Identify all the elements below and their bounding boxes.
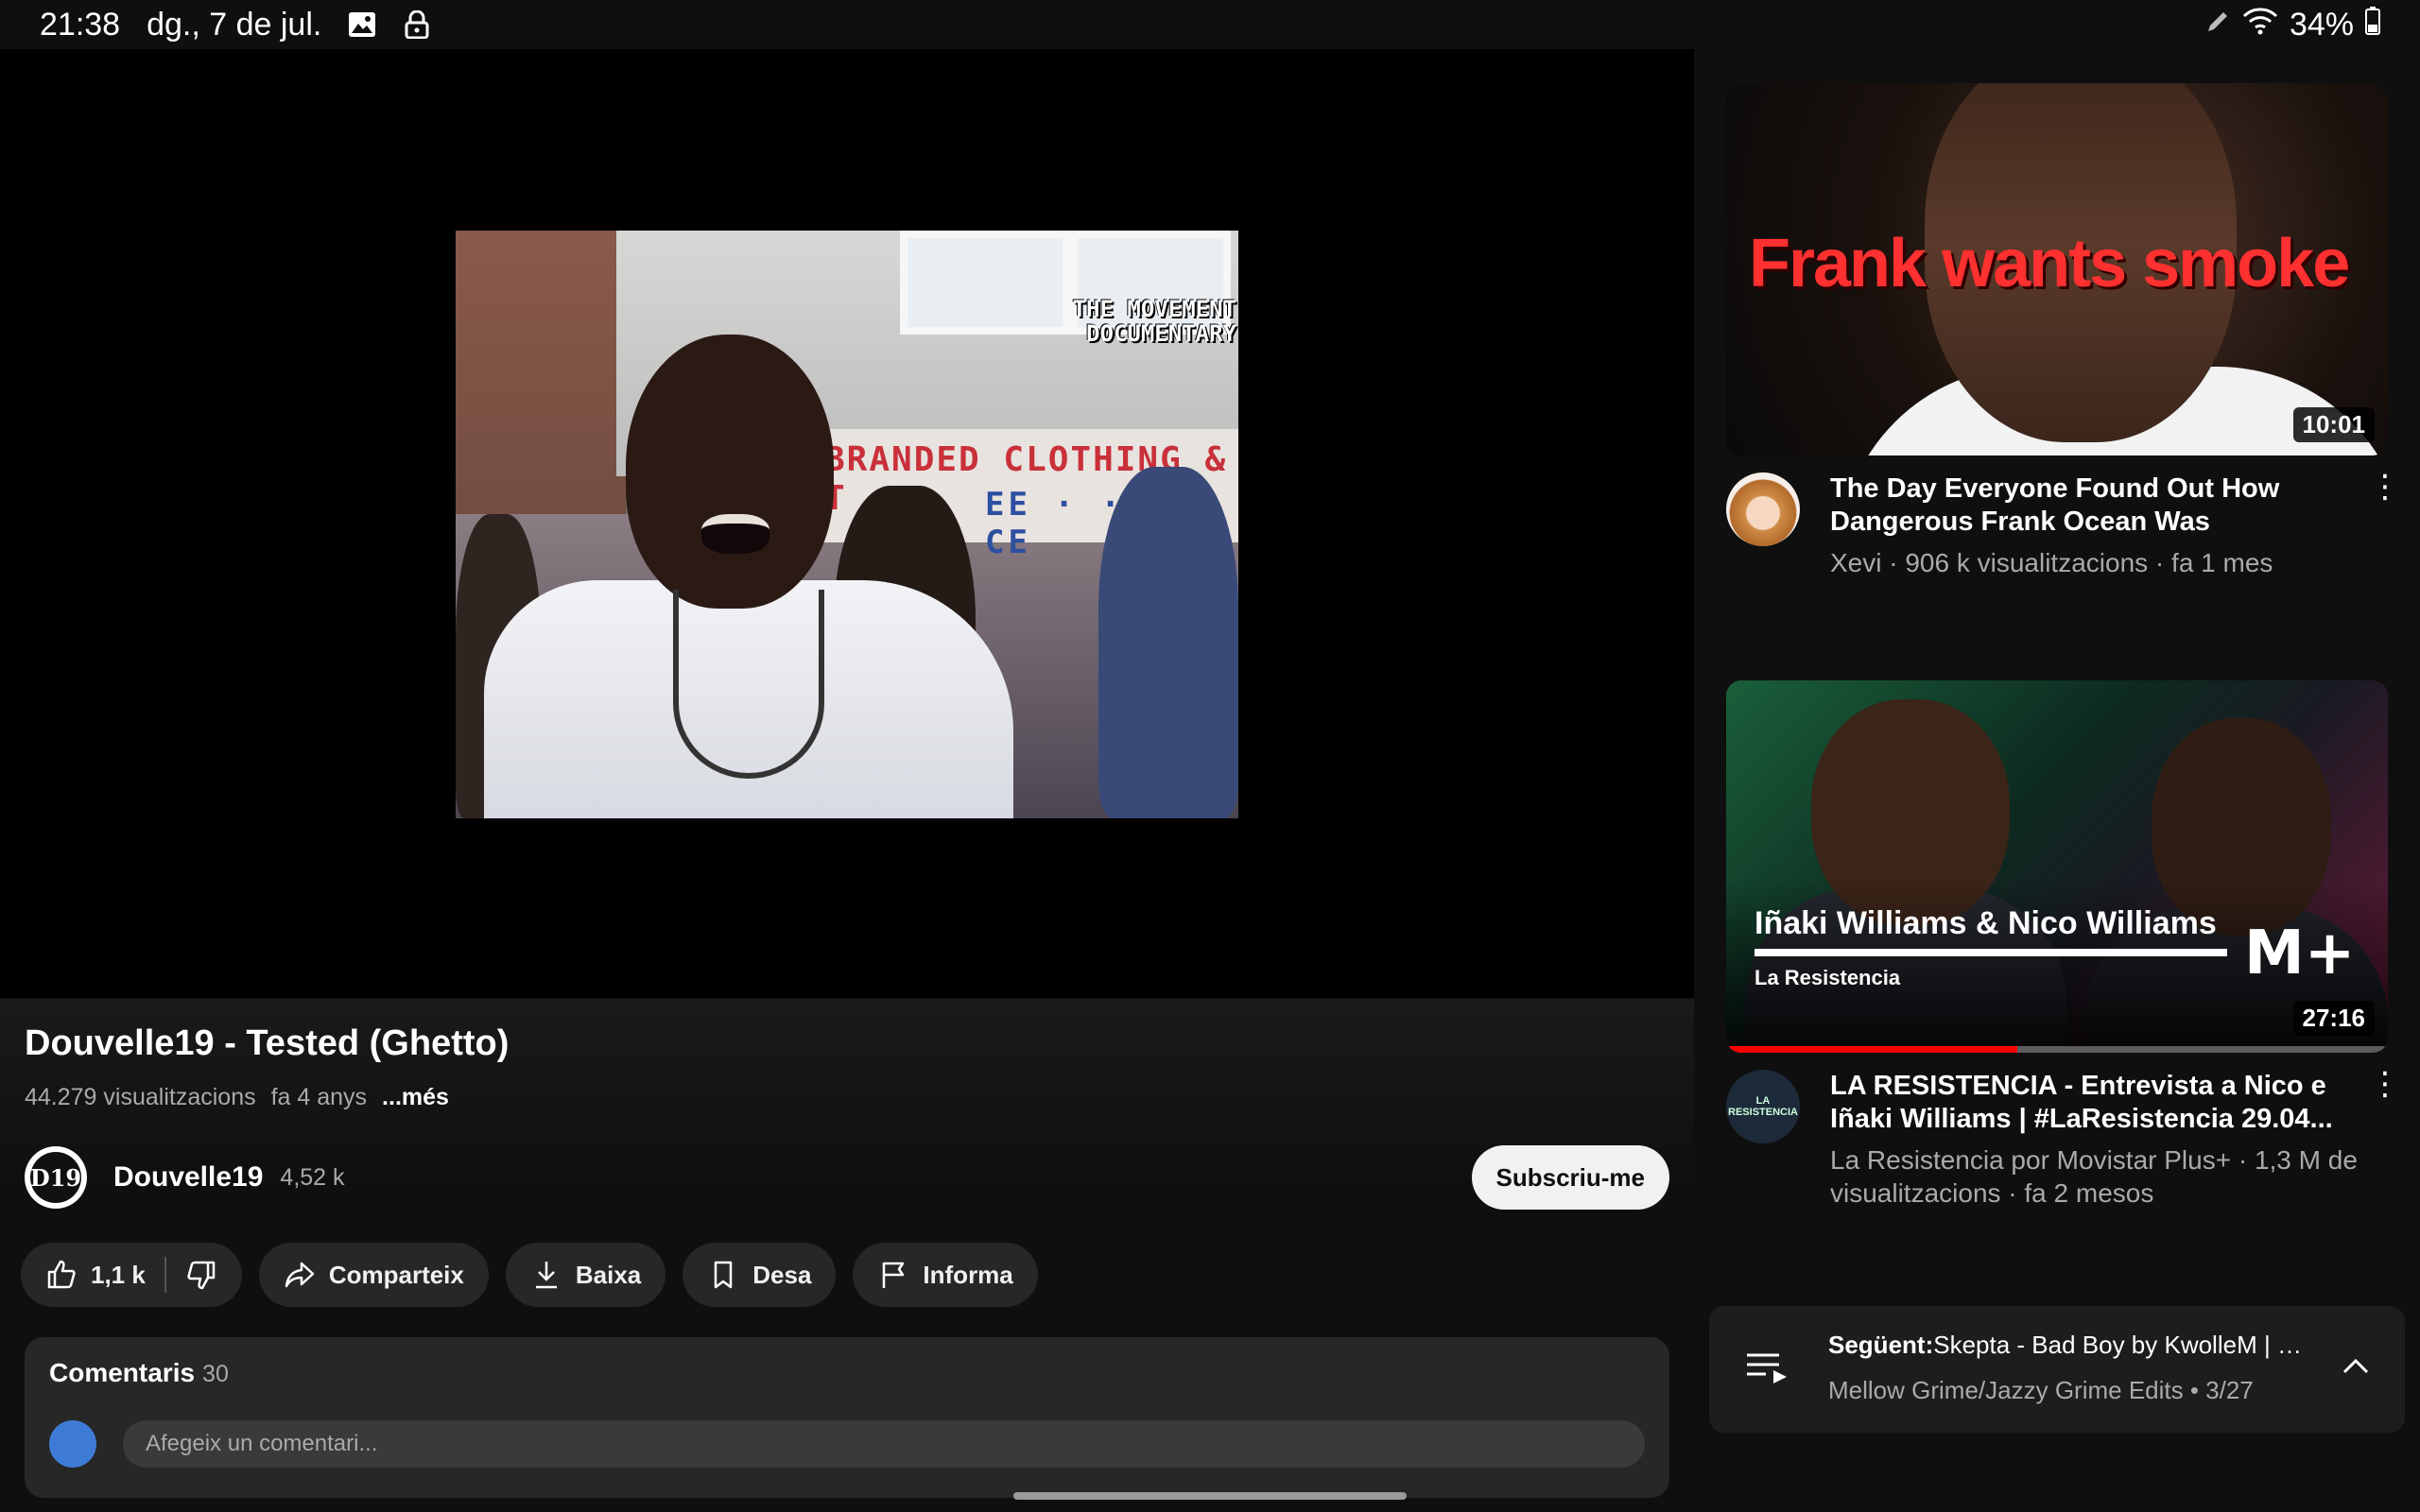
up-next-label: Següent: — [1828, 1331, 1934, 1359]
video-duration: 10:01 — [2292, 407, 2375, 442]
chevron-up-icon[interactable] — [2339, 1349, 2373, 1388]
thumbnail-caption: Iñaki Williams & Nico Williams — [1754, 905, 2217, 941]
save-label: Desa — [752, 1260, 812, 1289]
channel-avatar-text: D19 — [30, 1152, 81, 1203]
report-label: Informa — [923, 1260, 1013, 1289]
like-count[interactable]: 1,1 k — [91, 1261, 146, 1290]
save-button[interactable]: Desa — [683, 1243, 837, 1307]
comments-count: 30 — [202, 1361, 229, 1387]
video-watermark: THE MOVEMENT DOCUMENTARY — [1072, 296, 1236, 347]
download-button[interactable]: Baixa — [505, 1243, 666, 1307]
share-label: Comparteix — [328, 1260, 464, 1289]
thumbnail-caption: Frank wants smoke — [1749, 226, 2350, 301]
up-next-video: Skepta - Bad Boy by KwolleM | @... — [1933, 1331, 2320, 1359]
status-bar: 21:38 dg., 7 de jul. 34% — [0, 0, 2420, 49]
view-count: 44.279 visualitzacions — [25, 1084, 256, 1110]
share-button[interactable]: Comparteix — [258, 1243, 489, 1307]
video-title[interactable]: LA RESISTENCIA - Entrevista a Nico e Iña… — [1830, 1070, 2360, 1136]
report-button[interactable]: Informa — [853, 1243, 1038, 1307]
channel-row: D19 Douvelle19 4,52 k Subscriu-me — [25, 1144, 1669, 1211]
battery-icon — [2365, 6, 2380, 43]
thumbs-up-icon[interactable] — [45, 1259, 78, 1291]
comments-panel[interactable]: Comentaris 30 Afegeix un comentari... — [25, 1337, 1669, 1498]
subscribe-button[interactable]: Subscriu-me — [1471, 1145, 1669, 1210]
video-subtitle: La Resistencia por Movistar Plus+ · 1,3 … — [1830, 1145, 2358, 1208]
video-title[interactable]: The Day Everyone Found Out How Dangerous… — [1830, 472, 2360, 539]
video-frame[interactable]: BRANDED CLOTHING & T EE · · · CE THE MOV… — [456, 231, 1238, 818]
video-player[interactable]: BRANDED CLOTHING & T EE · · · CE THE MOV… — [0, 49, 1694, 1048]
battery-level: 34% — [2289, 6, 2354, 43]
channel-avatar[interactable]: D19 — [25, 1146, 87, 1209]
up-next-title: Següent:Skepta - Bad Boy by KwolleM | @.… — [1828, 1331, 2320, 1360]
divider — [164, 1257, 166, 1293]
more-link[interactable]: ...més — [382, 1084, 449, 1111]
upload-age: fa 4 anys — [270, 1084, 368, 1110]
comments-label: Comentaris — [49, 1358, 196, 1387]
movistar-logo: M+ — [2244, 919, 2356, 988]
video-thumbnail[interactable]: Iñaki Williams & Nico Williams La Resist… — [1726, 680, 2388, 1053]
channel-name[interactable]: Douvelle19 — [113, 1161, 263, 1194]
pen-icon — [2204, 7, 2231, 43]
more-vert-icon[interactable]: ⋮ — [2369, 471, 2401, 579]
home-indicator[interactable] — [1013, 1492, 1407, 1500]
recommended-video-card[interactable]: Frank wants smoke 10:01 The Day Everyone… — [1726, 83, 2401, 579]
video-title: Douvelle19 - Tested (Ghetto) — [25, 1023, 510, 1063]
lock-icon — [403, 10, 431, 39]
image-icon — [348, 10, 376, 39]
subscriber-count: 4,52 k — [280, 1163, 345, 1191]
add-comment-input[interactable]: Afegeix un comentari... — [123, 1420, 1645, 1468]
like-dislike-pill: 1,1 k — [21, 1243, 242, 1307]
recommendations-sidebar: Frank wants smoke 10:01 The Day Everyone… — [1694, 49, 2420, 1512]
share-icon — [284, 1259, 316, 1291]
playlist-queue-icon — [1745, 1351, 1790, 1390]
video-bystander — [1098, 467, 1238, 818]
download-label: Baixa — [575, 1260, 642, 1289]
thumbnail-show-name: La Resistencia — [1754, 966, 1901, 989]
video-subject — [484, 335, 1013, 818]
bookmark-icon — [707, 1259, 739, 1291]
date: dg., 7 de jul. — [147, 6, 322, 43]
channel-avatar[interactable]: LA RESISTENCIA — [1726, 1070, 1800, 1143]
action-bar: 1,1 k Comparteix Baixa Desa Informa — [21, 1243, 1038, 1307]
video-subtitle: Xevi · 906 k visualitzacions · fa 1 mes — [1830, 548, 2273, 577]
up-next-bar[interactable]: Següent:Skepta - Bad Boy by KwolleM | @.… — [1709, 1306, 2405, 1433]
video-meta[interactable]: 44.279 visualitzacions fa 4 anys ...més — [25, 1084, 449, 1111]
comments-header: Comentaris 30 — [49, 1358, 229, 1388]
channel-avatar[interactable] — [1726, 472, 1800, 546]
thumbs-down-icon[interactable] — [185, 1259, 217, 1291]
video-info: Douvelle19 - Tested (Ghetto) 44.279 visu… — [0, 999, 1694, 1498]
clock: 21:38 — [40, 6, 121, 43]
video-thumbnail[interactable]: Frank wants smoke 10:01 — [1726, 83, 2388, 455]
video-window — [900, 231, 1070, 335]
watched-progress — [1726, 1046, 2017, 1053]
more-vert-icon[interactable]: ⋮ — [2369, 1068, 2401, 1210]
up-next-playlist: Mellow Grime/Jazzy Grime Edits • 3/27 — [1828, 1376, 2254, 1404]
wifi-icon — [2242, 7, 2278, 43]
recommended-video-card[interactable]: Iñaki Williams & Nico Williams La Resist… — [1726, 680, 2401, 1210]
video-duration: 27:16 — [2292, 1001, 2375, 1036]
download-icon — [530, 1259, 562, 1291]
flag-icon — [877, 1259, 909, 1291]
user-avatar — [49, 1420, 96, 1468]
